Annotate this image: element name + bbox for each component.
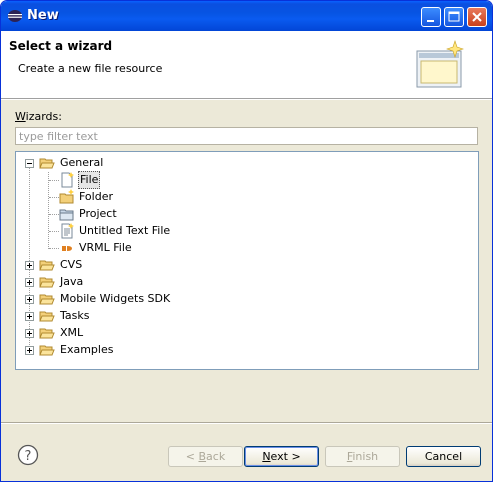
folder-open-icon [39, 311, 55, 322]
new-file-icon [61, 172, 74, 188]
filter-field[interactable] [15, 127, 478, 145]
next-button-mnemonic: N [262, 450, 271, 463]
tree-item-cvs[interactable]: CVS [16, 257, 476, 273]
tree-item-label: Mobile Widgets SDK [60, 292, 171, 305]
tree-item-file[interactable]: File [16, 171, 476, 189]
back-button-prefix: < [185, 450, 199, 463]
wizard-header: Select a wizard Create a new file resour… [1, 31, 492, 99]
expand-icon[interactable] [25, 261, 34, 270]
folder-open-icon [39, 277, 55, 288]
tree-item-label: CVS [60, 258, 83, 271]
tree-item-label: Examples [60, 343, 114, 356]
next-button-label: ext > [270, 450, 301, 463]
tree-item-label: File [78, 171, 101, 189]
expand-icon[interactable] [25, 329, 34, 338]
tree-item-examples[interactable]: Examples [16, 342, 476, 358]
wizards-label-mnemonic: W [15, 110, 26, 123]
tree-item-xml[interactable]: XML [16, 325, 476, 341]
back-button-mnemonic: B [198, 450, 207, 463]
wizards-label-text: izards: [25, 110, 62, 123]
expand-icon[interactable] [25, 346, 34, 355]
filter-input[interactable] [19, 129, 459, 143]
new-file-wizard-banner-icon [416, 40, 464, 88]
tree-item-label: Folder [79, 190, 113, 203]
minimize-icon [427, 20, 434, 22]
tree-item-label: Untitled Text File [79, 224, 171, 237]
folder-open-icon [39, 294, 55, 305]
close-button[interactable] [467, 7, 487, 27]
tree-item-project[interactable]: Project [16, 206, 476, 222]
expand-icon[interactable] [25, 312, 34, 321]
wizards-label: Wizards: [15, 110, 62, 123]
tree-item-label: XML [60, 326, 84, 339]
tree-item-label: Project [79, 207, 117, 220]
page-description: Create a new file resource [18, 62, 163, 75]
expand-icon[interactable] [25, 278, 34, 287]
header-separator [1, 99, 492, 100]
folder-open-icon [39, 345, 55, 356]
tree-item-folder[interactable]: Folder [16, 189, 476, 205]
new-wizard-dialog: New Select a wizard Create a new file re… [0, 0, 493, 482]
svg-text:?: ? [25, 449, 32, 464]
tree-item-label: Tasks [60, 309, 90, 322]
tree-item-java[interactable]: Java [16, 274, 476, 290]
finish-button[interactable]: Finish [325, 446, 400, 467]
minimize-button[interactable] [421, 7, 441, 27]
eclipse-app-icon [8, 10, 22, 22]
page-title: Select a wizard [9, 39, 113, 53]
maximize-button[interactable] [444, 7, 464, 27]
expand-icon[interactable] [25, 295, 34, 304]
tree-item-tasks[interactable]: Tasks [16, 308, 476, 324]
tree-item-label: General [60, 156, 104, 169]
collapse-icon[interactable] [25, 159, 34, 168]
tree-item-label: VRML File [79, 241, 132, 254]
folder-open-icon [39, 260, 55, 271]
folder-open-icon [39, 158, 55, 169]
tree-item-untitled-text-file[interactable]: Untitled Text File [16, 223, 476, 239]
text-file-icon [61, 223, 74, 239]
title-bar[interactable]: New [1, 1, 492, 31]
vrml-file-icon [62, 246, 72, 251]
folder-open-icon [39, 328, 55, 339]
back-button-label: ack [206, 450, 226, 463]
tree-item-vrml-file[interactable]: VRML File [16, 240, 476, 256]
cancel-button-label: Cancel [424, 450, 463, 463]
cancel-button[interactable]: Cancel [406, 446, 481, 467]
new-folder-icon [59, 189, 74, 204]
next-button[interactable]: Next > [244, 446, 319, 467]
new-project-icon [59, 209, 74, 221]
wizard-tree[interactable]: General File Folder Project Untitled Tex… [15, 151, 479, 370]
back-button[interactable]: < Back [168, 446, 243, 467]
tree-item-label: Java [60, 275, 84, 288]
help-icon[interactable]: ? [17, 444, 39, 466]
button-bar-separator-highlight [1, 423, 492, 424]
window-title: New [27, 8, 59, 23]
close-icon [472, 12, 482, 22]
finish-button-label: inish [352, 450, 379, 463]
maximize-icon [448, 11, 460, 22]
tree-item-general[interactable]: General [16, 155, 476, 171]
tree-item-mobile-widgets-sdk[interactable]: Mobile Widgets SDK [16, 291, 476, 307]
